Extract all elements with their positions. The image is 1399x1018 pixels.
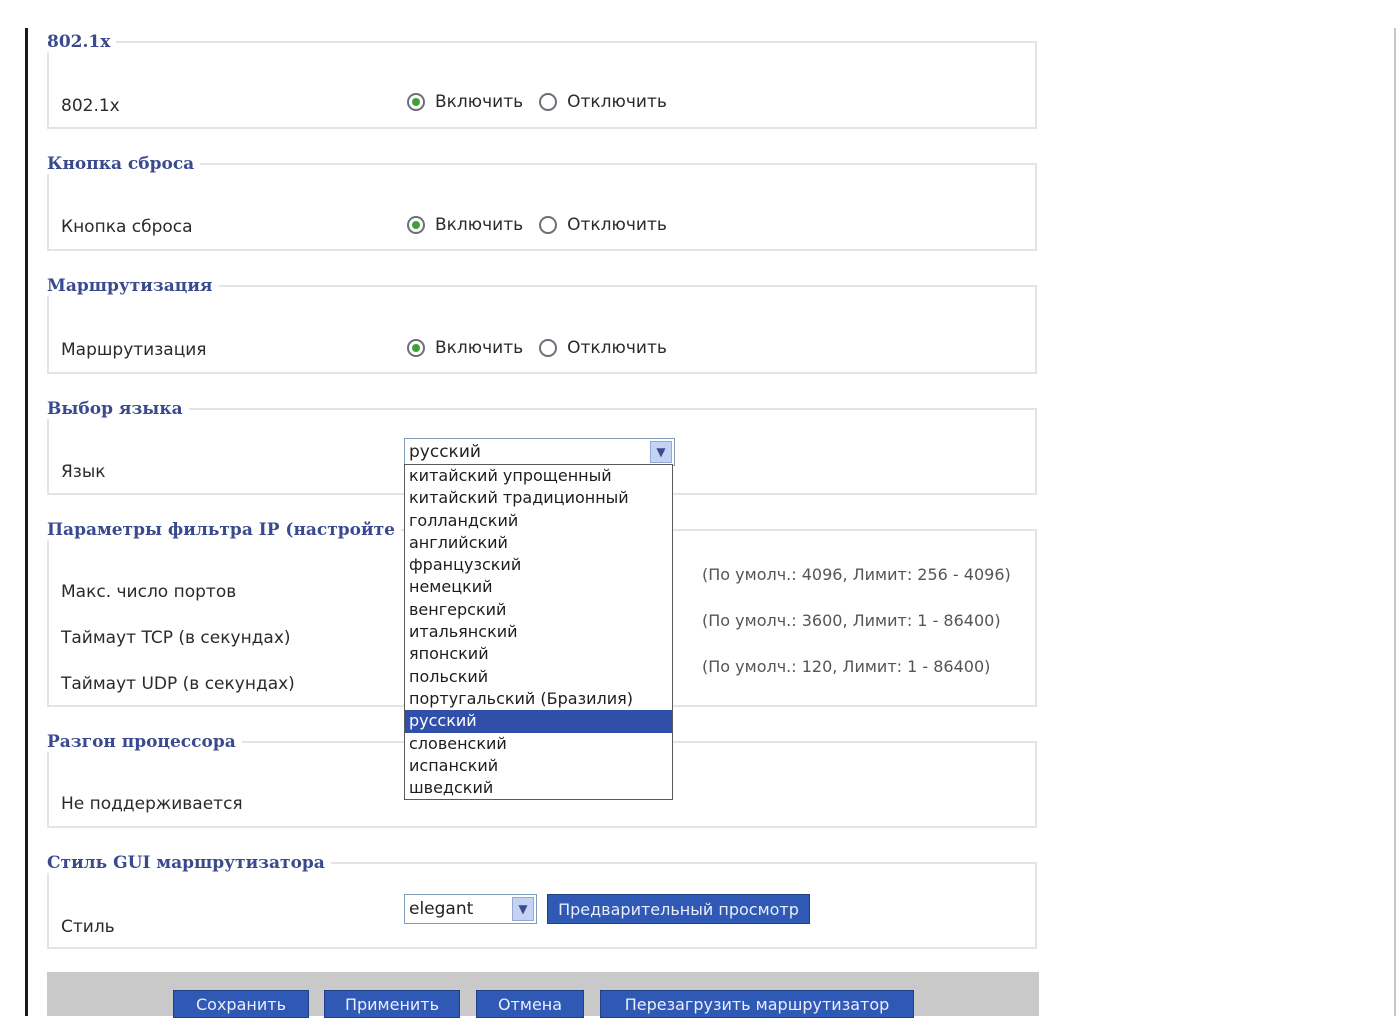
left-border — [25, 28, 28, 1016]
language-option[interactable]: немецкий — [405, 576, 672, 598]
chevron-down-icon[interactable]: ▼ — [512, 897, 534, 921]
language-option[interactable]: английский — [405, 532, 672, 554]
language-option[interactable]: шведский — [405, 777, 672, 799]
dot1x-label: 802.1x — [61, 96, 120, 116]
section-gui-style: Стиль GUI маршрутизатора Стиль — [47, 853, 1037, 949]
section-routing: Маршрутизация Маршрутизация Включить Отк… — [47, 276, 1037, 374]
udp-timeout-hint: (По умолч.: 120, Лимит: 1 - 86400) — [702, 657, 991, 676]
language-option[interactable]: польский — [405, 666, 672, 688]
style-select-value: elegant — [409, 899, 474, 919]
dot1x-disable-radio[interactable] — [539, 93, 558, 111]
language-option[interactable]: японский — [405, 643, 672, 665]
language-option[interactable]: китайский упрощенный — [405, 465, 672, 487]
language-option[interactable]: португальский (Бразилия) — [405, 688, 672, 710]
routing-disable-radio[interactable] — [539, 339, 558, 357]
language-option-selected[interactable]: русский — [405, 710, 672, 733]
section-reset-legend: Кнопка сброса — [47, 154, 195, 174]
routing-radio-group: Включить Отключить — [407, 338, 683, 358]
dot1x-enable-label[interactable]: Включить — [435, 92, 523, 112]
routing-label: Маршрутизация — [61, 340, 207, 360]
overclock-status: Не поддерживается — [61, 794, 243, 814]
language-dropdown-list: китайский упрощенный китайский традицион… — [404, 464, 673, 800]
dot1x-radio-group: Включить Отключить — [407, 92, 683, 112]
reset-disable-radio[interactable] — [539, 216, 558, 234]
tcp-timeout-label: Таймаут TCP (в секундах) — [61, 628, 291, 648]
dot1x-enable-radio[interactable] — [407, 93, 425, 111]
routing-disable-label[interactable]: Отключить — [567, 338, 667, 358]
language-option[interactable]: итальянский — [405, 621, 672, 643]
section-language-legend: Выбор языка — [47, 399, 183, 419]
style-select[interactable]: elegant ▼ — [404, 894, 537, 924]
right-border — [1394, 28, 1396, 1016]
cancel-button[interactable]: Отмена — [476, 990, 584, 1018]
tcp-timeout-hint: (По умолч.: 3600, Лимит: 1 - 86400) — [702, 611, 1001, 630]
section-overclock-legend: Разгон процессора — [47, 732, 236, 752]
preview-button[interactable]: Предварительный просмотр — [547, 894, 810, 924]
dot1x-disable-label[interactable]: Отключить — [567, 92, 667, 112]
language-option[interactable]: венгерский — [405, 599, 672, 621]
language-option[interactable]: китайский традиционный — [405, 487, 672, 509]
section-802-1x-legend: 802.1x — [47, 32, 111, 52]
reset-enable-radio[interactable] — [407, 216, 425, 234]
language-option[interactable]: французский — [405, 554, 672, 576]
section-802-1x: 802.1x 802.1x Включить Отключить — [47, 32, 1037, 129]
chevron-down-icon[interactable]: ▼ — [650, 441, 672, 463]
routing-enable-radio[interactable] — [407, 339, 425, 357]
language-label: Язык — [61, 462, 106, 482]
reset-disable-label[interactable]: Отключить — [567, 215, 667, 235]
language-option[interactable]: словенский — [405, 733, 672, 755]
reboot-router-button[interactable]: Перезагрузить маршрутизатор — [600, 990, 914, 1018]
section-reset-button: Кнопка сброса Кнопка сброса Включить Отк… — [47, 154, 1037, 251]
language-option[interactable]: голландский — [405, 510, 672, 532]
save-button[interactable]: Сохранить — [173, 990, 309, 1018]
language-select-value: русский — [409, 442, 481, 462]
max-ports-hint: (По умолч.: 4096, Лимит: 256 - 4096) — [702, 565, 1011, 584]
routing-enable-label[interactable]: Включить — [435, 338, 523, 358]
reset-radio-group: Включить Отключить — [407, 215, 683, 235]
apply-button[interactable]: Применить — [324, 990, 460, 1018]
section-gui-style-legend: Стиль GUI маршрутизатора — [47, 853, 325, 873]
language-option[interactable]: испанский — [405, 755, 672, 777]
section-routing-legend: Маршрутизация — [47, 276, 213, 296]
reset-enable-label[interactable]: Включить — [435, 215, 523, 235]
language-select[interactable]: русский ▼ — [404, 438, 675, 466]
style-label: Стиль — [61, 917, 115, 937]
udp-timeout-label: Таймаут UDP (в секундах) — [61, 674, 295, 694]
reset-button-label: Кнопка сброса — [61, 217, 193, 237]
max-ports-label: Макс. число портов — [61, 582, 237, 602]
section-ip-filter-legend: Параметры фильтра IP (настройте — [47, 520, 395, 540]
